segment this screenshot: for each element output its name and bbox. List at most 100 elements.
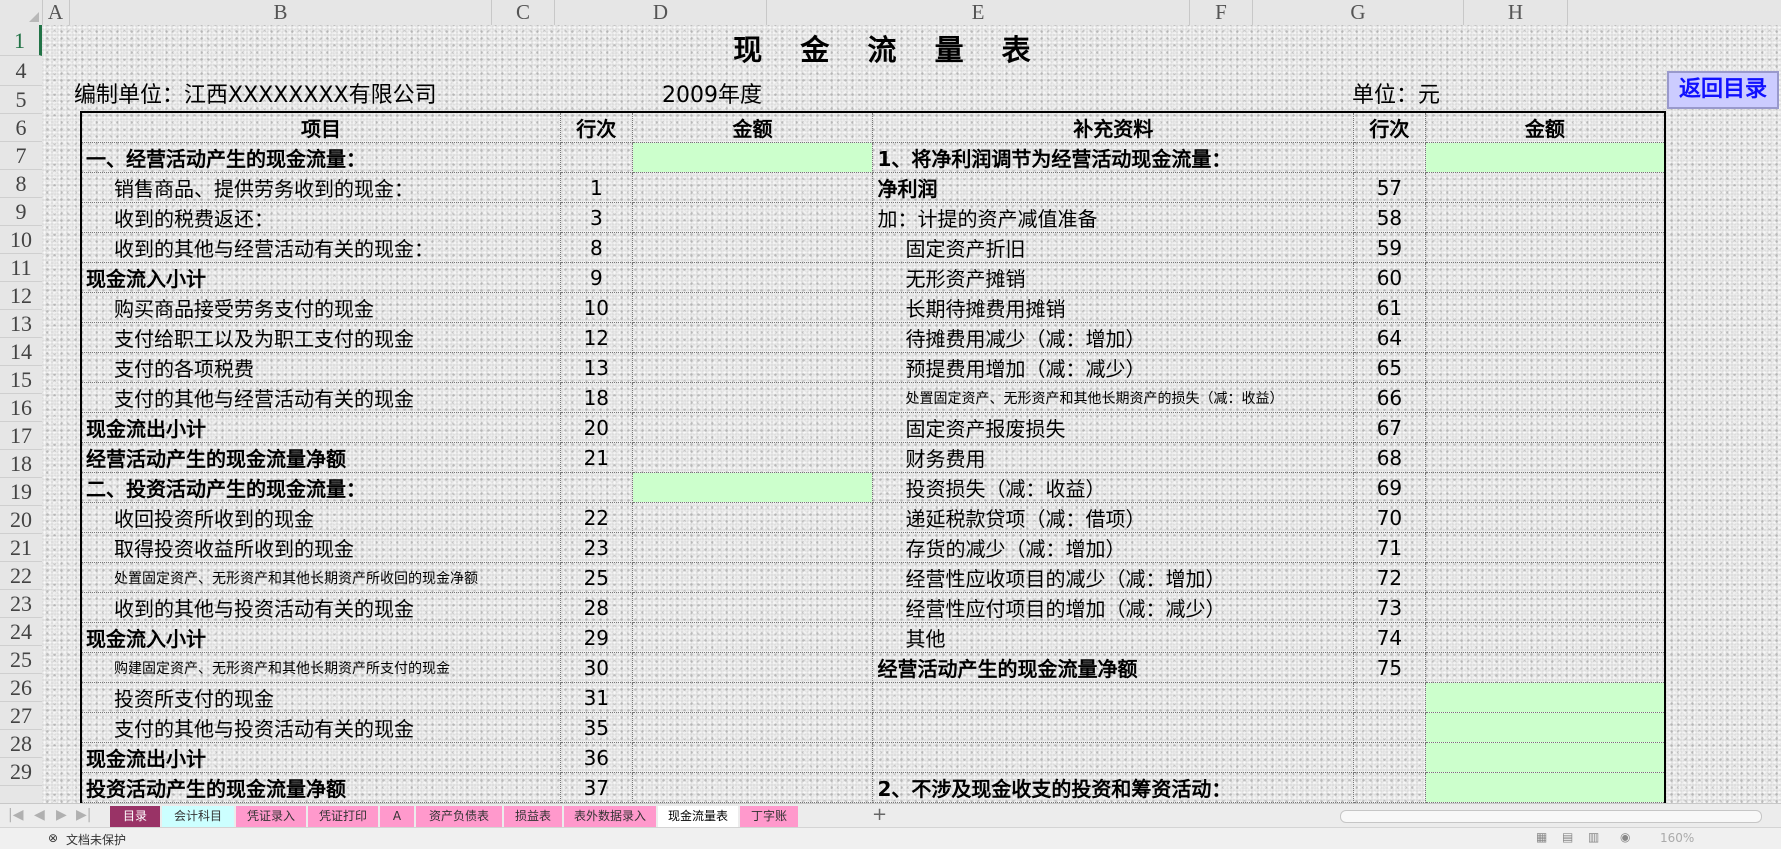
column-header-e[interactable]: E	[767, 0, 1190, 25]
amount-input-cell[interactable]	[631, 532, 874, 563]
column-header-c[interactable]: C	[492, 0, 555, 25]
amount-input-cell-2[interactable]	[1424, 712, 1666, 743]
amount-input-cell-2[interactable]	[1424, 262, 1666, 293]
row-header-cell[interactable]: 16	[0, 394, 42, 422]
row-header-cell[interactable]: 21	[0, 534, 42, 562]
first-sheet-icon[interactable]: |◀	[8, 807, 23, 823]
amount-input-cell-2[interactable]	[1424, 442, 1666, 473]
row-header-cell[interactable]: 25	[0, 646, 42, 674]
row-header-cell[interactable]: 8	[0, 170, 42, 198]
zoom-level[interactable]: 160%	[1660, 831, 1694, 845]
row-header-cell[interactable]: 15	[0, 366, 42, 394]
row-header-cell[interactable]: 22	[0, 562, 42, 590]
amount-input-cell-2[interactable]	[1424, 592, 1666, 623]
sheet-tab[interactable]: 现金流量表	[658, 806, 738, 829]
amount-input-cell[interactable]	[631, 412, 874, 443]
sheet-tab[interactable]: 资产负债表	[416, 806, 502, 827]
sheet-tab[interactable]: 目录	[110, 806, 160, 827]
column-header-g[interactable]: G	[1253, 0, 1464, 25]
row-header-cell[interactable]: 13	[0, 310, 42, 338]
sheet-tab[interactable]: 损益表	[504, 806, 562, 827]
column-header-d[interactable]: D	[555, 0, 767, 25]
amount-input-cell[interactable]	[631, 682, 874, 713]
amount-input-cell-2[interactable]	[1424, 682, 1666, 713]
column-header-b[interactable]: B	[70, 0, 492, 25]
worksheet-canvas[interactable]: 现 金 流 量 表 编制单位：江西XXXXXXXX有限公司 2009年度 单位：…	[42, 25, 1781, 803]
row-header-cell[interactable]: 11	[0, 254, 42, 282]
amount-input-cell-2[interactable]	[1424, 142, 1666, 173]
amount-input-cell[interactable]	[631, 352, 874, 383]
page-break-icon[interactable]: ▥	[1588, 830, 1599, 844]
row-header-cell[interactable]: 10	[0, 226, 42, 254]
amount-input-cell-2[interactable]	[1424, 772, 1666, 803]
amount-input-cell-2[interactable]	[1424, 232, 1666, 263]
sheet-tab[interactable]: 凭证打印	[308, 806, 378, 827]
amount-input-cell[interactable]	[631, 652, 874, 683]
amount-input-cell[interactable]	[631, 202, 874, 233]
amount-input-cell-2[interactable]	[1424, 292, 1666, 323]
amount-input-cell[interactable]	[631, 292, 874, 323]
select-all-corner[interactable]	[0, 0, 43, 25]
column-header-a[interactable]: A	[42, 0, 70, 25]
amount-input-cell[interactable]	[631, 322, 874, 353]
return-to-index-button[interactable]: 返回目录	[1667, 71, 1779, 109]
page-layout-icon[interactable]: ▤	[1562, 830, 1573, 844]
amount-input-cell[interactable]	[631, 232, 874, 263]
row-header-cell[interactable]: 4	[0, 56, 42, 86]
amount-input-cell[interactable]	[631, 772, 874, 803]
amount-input-cell[interactable]	[631, 742, 874, 773]
amount-input-cell[interactable]	[631, 712, 874, 743]
amount-input-cell-2[interactable]	[1424, 472, 1666, 503]
amount-input-cell-2[interactable]	[1424, 202, 1666, 233]
row-header-cell[interactable]: 14	[0, 338, 42, 366]
prev-sheet-icon[interactable]: ◀	[34, 807, 45, 823]
amount-input-cell[interactable]	[631, 262, 874, 293]
amount-input-cell-2[interactable]	[1424, 622, 1666, 653]
sheet-tab[interactable]: 表外数据录入	[564, 806, 656, 827]
sheet-tab[interactable]: 凭证录入	[236, 806, 306, 827]
sheet-tab[interactable]: A	[380, 806, 414, 827]
amount-input-cell[interactable]	[631, 142, 874, 173]
column-header-h[interactable]: H	[1464, 0, 1568, 25]
row-header-cell[interactable]: 26	[0, 674, 42, 702]
normal-view-icon[interactable]: ▦	[1536, 830, 1547, 844]
amount-input-cell-2[interactable]	[1424, 502, 1666, 533]
amount-input-cell[interactable]	[631, 382, 874, 413]
amount-input-cell-2[interactable]	[1424, 322, 1666, 353]
column-header-f[interactable]: F	[1190, 0, 1253, 25]
amount-input-cell-2[interactable]	[1424, 382, 1666, 413]
amount-input-cell-2[interactable]	[1424, 742, 1666, 773]
last-sheet-icon[interactable]: ▶|	[76, 807, 91, 823]
sheet-tab[interactable]: 会计科目	[162, 806, 234, 827]
amount-input-cell[interactable]	[631, 502, 874, 533]
amount-input-cell[interactable]	[631, 472, 874, 503]
horizontal-scrollbar[interactable]	[1340, 810, 1762, 823]
row-header-cell[interactable]: 19	[0, 478, 42, 506]
amount-input-cell-2[interactable]	[1424, 172, 1666, 203]
amount-input-cell-2[interactable]	[1424, 652, 1666, 683]
row-header-cell[interactable]: 6	[0, 114, 42, 142]
amount-input-cell-2[interactable]	[1424, 532, 1666, 563]
row-header-cell[interactable]: 24	[0, 618, 42, 646]
add-sheet-icon[interactable]: +	[872, 804, 887, 825]
row-header-cell[interactable]: 28	[0, 730, 42, 758]
amount-input-cell-2[interactable]	[1424, 352, 1666, 383]
row-header-cell[interactable]: 7	[0, 142, 42, 170]
row-header-cell[interactable]: 1	[0, 25, 42, 56]
amount-input-cell[interactable]	[631, 562, 874, 593]
row-header-cell[interactable]: 12	[0, 282, 42, 310]
next-sheet-icon[interactable]: ▶	[56, 807, 67, 823]
amount-input-cell-2[interactable]	[1424, 412, 1666, 443]
row-header-cell[interactable]: 9	[0, 198, 42, 226]
amount-input-cell-2[interactable]	[1424, 562, 1666, 593]
amount-input-cell[interactable]	[631, 622, 874, 653]
row-header-cell[interactable]: 27	[0, 702, 42, 730]
row-header-cell[interactable]: 29	[0, 758, 42, 786]
amount-input-cell[interactable]	[631, 442, 874, 473]
row-header-cell[interactable]: 23	[0, 590, 42, 618]
reading-mode-icon[interactable]: ◉	[1620, 830, 1630, 844]
amount-input-cell[interactable]	[631, 172, 874, 203]
sheet-tab[interactable]: 丁字账	[740, 806, 798, 827]
amount-input-cell[interactable]	[631, 592, 874, 623]
row-header-cell[interactable]: 5	[0, 86, 42, 114]
